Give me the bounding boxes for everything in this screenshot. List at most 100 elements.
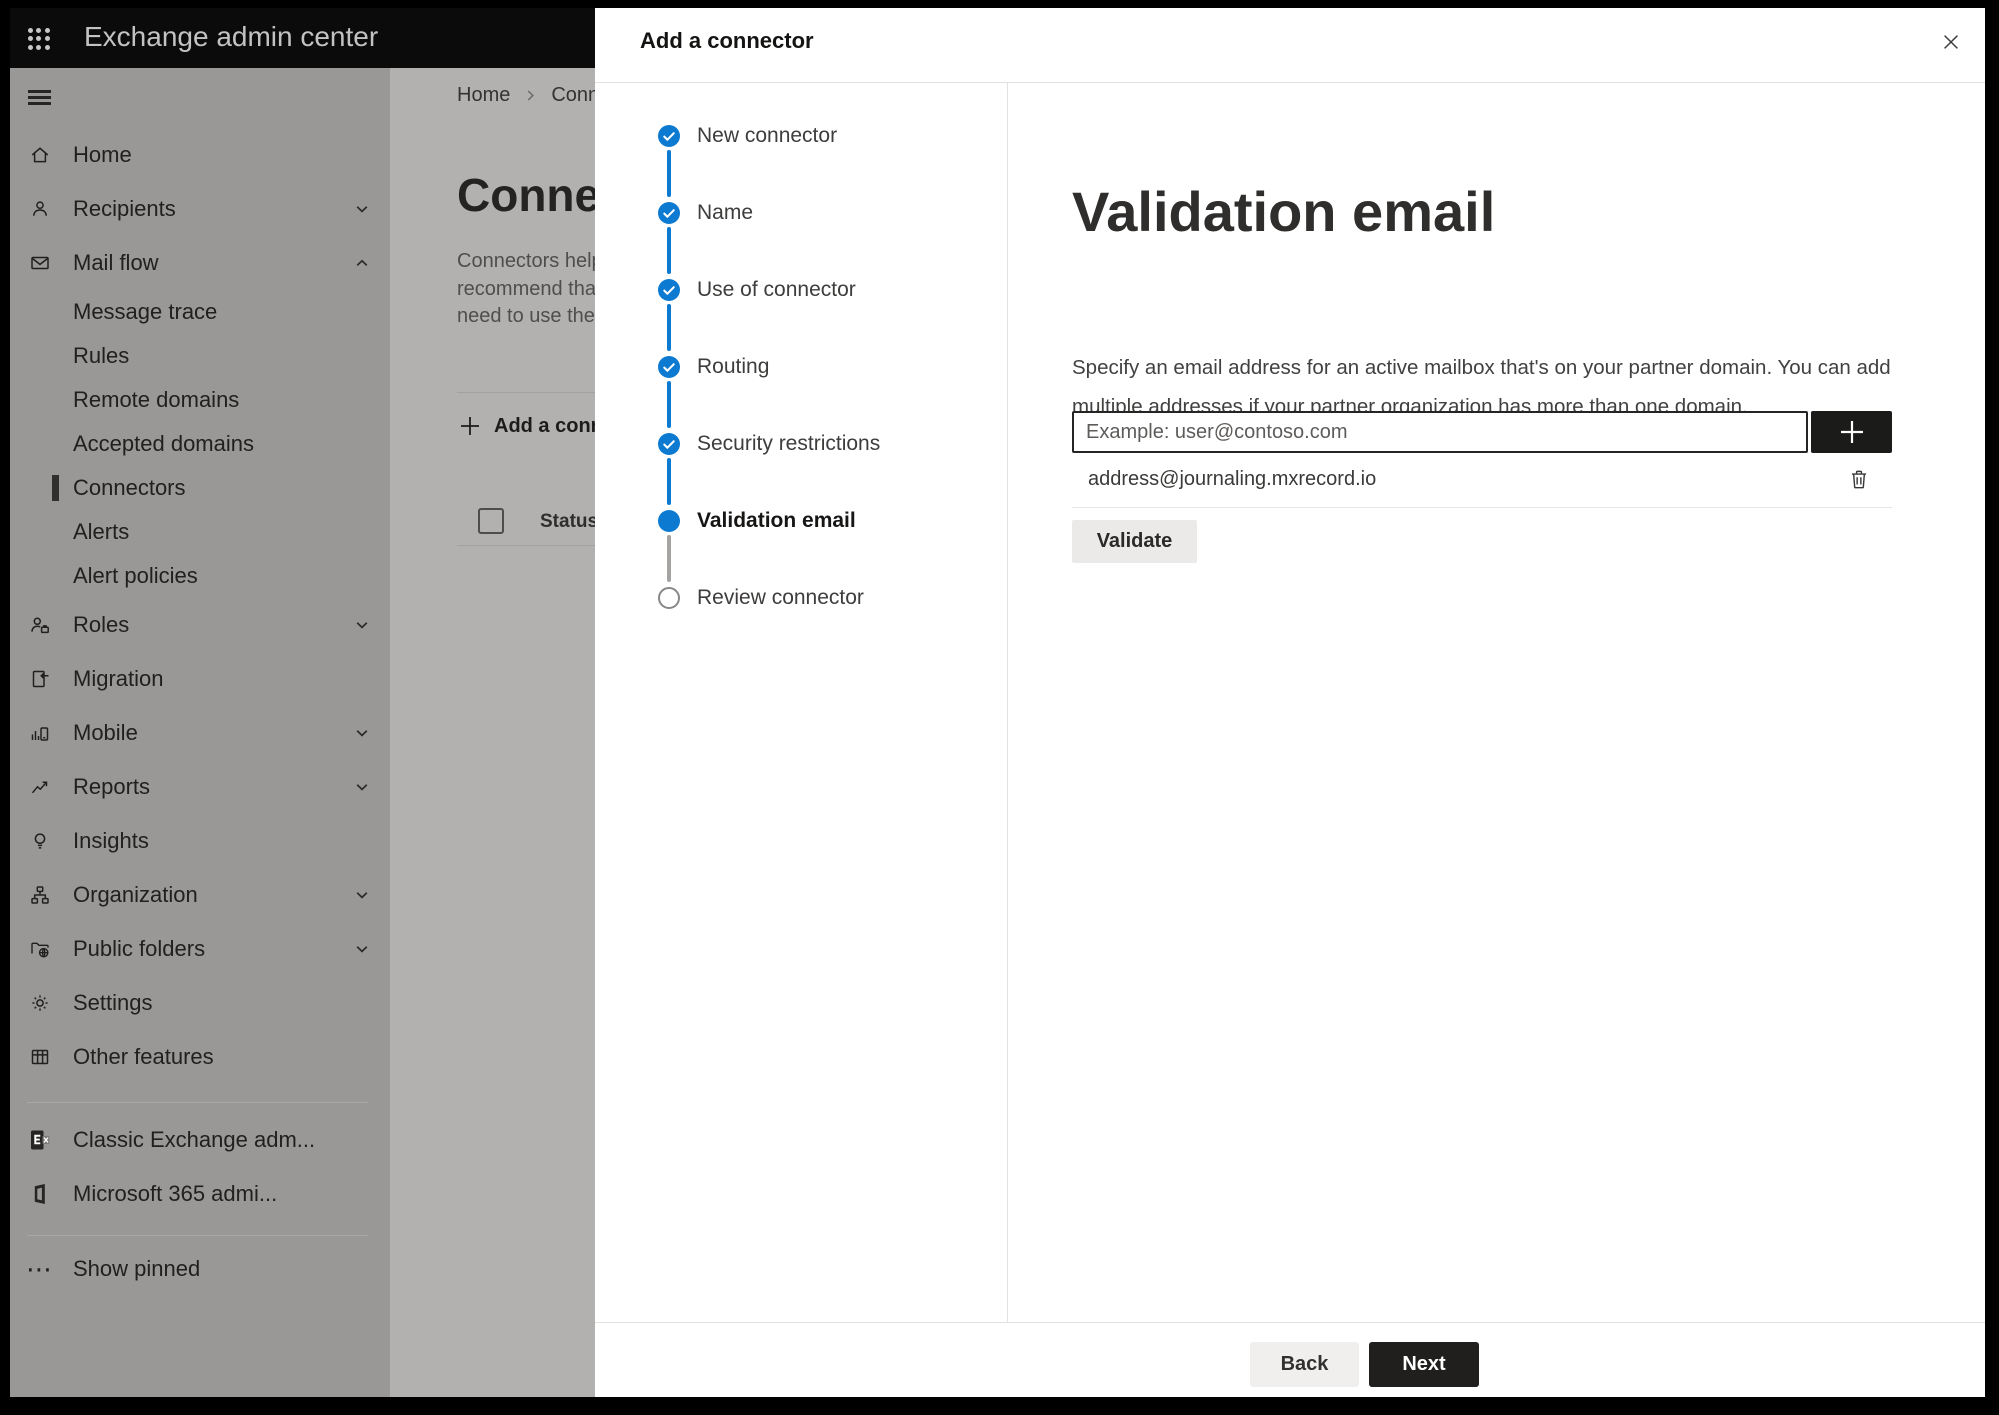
chevron-right-icon bbox=[523, 88, 538, 103]
sidebar-item-label: Settings bbox=[73, 990, 153, 1015]
sidebar-item-label: Rules bbox=[73, 343, 130, 368]
validate-button[interactable]: Validate bbox=[1072, 520, 1197, 563]
step-completed-icon bbox=[658, 124, 680, 147]
sidebar-item-label: Recipients bbox=[73, 196, 176, 221]
sidebar-item-message-trace[interactable]: Message trace bbox=[10, 290, 390, 334]
step-label: New connector bbox=[697, 123, 838, 147]
step-label: Routing bbox=[697, 354, 770, 378]
panel-heading: Validation email bbox=[1072, 180, 1496, 243]
select-all-checkbox[interactable] bbox=[478, 508, 504, 534]
sidebar-item-label: Alert policies bbox=[73, 563, 198, 588]
roles-icon bbox=[28, 613, 52, 637]
classic-exchange-icon bbox=[28, 1128, 52, 1152]
chevron-down-icon bbox=[352, 615, 372, 635]
sidebar-item-label: Home bbox=[73, 142, 132, 167]
validation-email-input[interactable] bbox=[1072, 411, 1808, 453]
sidebar-divider bbox=[27, 1235, 368, 1236]
sidebar-item-label: Mobile bbox=[73, 720, 138, 745]
sidebar-item-alert-policies[interactable]: Alert policies bbox=[10, 554, 390, 598]
app-title: Exchange admin center bbox=[84, 21, 379, 52]
step-label: Review connector bbox=[697, 585, 864, 609]
microsoft-365-icon bbox=[28, 1182, 52, 1206]
org-chart-icon bbox=[28, 883, 52, 907]
step-security-restrictions[interactable]: Security restrictions bbox=[595, 405, 1007, 505]
sidebar-item-reports[interactable]: Reports bbox=[10, 760, 390, 814]
sidebar-item-label: Alerts bbox=[73, 519, 130, 544]
sidebar-item-classic-exchange[interactable]: Classic Exchange adm... bbox=[10, 1113, 390, 1167]
breadcrumb: Home Conne bbox=[457, 84, 610, 107]
sidebar-item-label: Reports bbox=[73, 774, 151, 799]
selected-indicator bbox=[52, 475, 59, 501]
sidebar-item-label: Classic Exchange adm... bbox=[73, 1127, 316, 1152]
sidebar-item-public-folders[interactable]: Public folders bbox=[10, 922, 390, 976]
page-description-line: recommend tha bbox=[457, 277, 596, 300]
sidebar-divider bbox=[27, 1102, 368, 1103]
sidebar-item-microsoft-365-admin[interactable]: Microsoft 365 admi... bbox=[10, 1167, 390, 1221]
chevron-up-icon bbox=[352, 253, 372, 273]
validation-email-panel: Validation email Specify an email addres… bbox=[1008, 83, 1985, 1322]
sidebar-item-organization[interactable]: Organization bbox=[10, 868, 390, 922]
chevron-down-icon bbox=[352, 939, 372, 959]
sidebar-item-settings[interactable]: Settings bbox=[10, 976, 390, 1030]
app-launcher-icon[interactable] bbox=[26, 26, 52, 52]
sidebar-item-label: Accepted domains bbox=[73, 431, 254, 456]
sidebar-item-label: Mail flow bbox=[73, 250, 159, 275]
chevron-down-icon bbox=[352, 885, 372, 905]
step-new-connector[interactable]: New connector bbox=[595, 97, 1007, 197]
app-window: Exchange admin center Home Recipients Ma… bbox=[10, 8, 1985, 1397]
chevron-down-icon bbox=[352, 199, 372, 219]
sidebar-item-label: Connectors bbox=[73, 475, 186, 500]
sidebar-item-home[interactable]: Home bbox=[10, 128, 390, 182]
sidebar-item-label: Organization bbox=[73, 882, 198, 907]
step-completed-icon bbox=[658, 432, 680, 455]
step-validation-email[interactable]: Validation email bbox=[595, 482, 1007, 582]
sidebar-item-rules[interactable]: Rules bbox=[10, 334, 390, 378]
next-button[interactable]: Next bbox=[1369, 1342, 1479, 1387]
sidebar-item-label: Show pinned bbox=[73, 1256, 201, 1281]
sidebar-item-accepted-domains[interactable]: Accepted domains bbox=[10, 422, 390, 466]
sidebar-item-label: Insights bbox=[73, 828, 149, 853]
breadcrumb-home-link[interactable]: Home bbox=[457, 84, 510, 107]
person-icon bbox=[28, 197, 52, 221]
step-review-connector[interactable]: Review connector bbox=[595, 559, 1007, 636]
folder-globe-icon bbox=[28, 937, 52, 961]
sidebar-item-remote-domains[interactable]: Remote domains bbox=[10, 378, 390, 422]
step-use-of-connector[interactable]: Use of connector bbox=[595, 251, 1007, 351]
sidebar-item-show-pinned[interactable]: ⋯ Show pinned bbox=[10, 1242, 390, 1296]
sidebar-item-connectors[interactable]: Connectors bbox=[10, 466, 390, 510]
add-connector-button[interactable]: Add a conn bbox=[457, 410, 603, 442]
sidebar-item-other-features[interactable]: Other features bbox=[10, 1030, 390, 1084]
sidebar-item-insights[interactable]: Insights bbox=[10, 814, 390, 868]
sidebar-item-label: Public folders bbox=[73, 936, 206, 961]
dialog-header: Add a connector bbox=[595, 8, 1985, 83]
sidebar-item-roles[interactable]: Roles bbox=[10, 598, 390, 652]
close-icon[interactable] bbox=[1931, 22, 1971, 62]
sidebar-item-alerts[interactable]: Alerts bbox=[10, 510, 390, 554]
chevron-down-icon bbox=[352, 723, 372, 743]
envelope-icon bbox=[28, 251, 52, 275]
status-column-header: Status bbox=[540, 511, 599, 532]
step-label: Security restrictions bbox=[697, 431, 881, 455]
plus-icon bbox=[457, 413, 483, 439]
sidebar-item-mail-flow[interactable]: Mail flow bbox=[10, 236, 390, 290]
step-completed-icon bbox=[658, 278, 680, 301]
add-email-button[interactable] bbox=[1811, 411, 1892, 453]
step-routing[interactable]: Routing bbox=[595, 328, 1007, 428]
sidebar-item-label: Other features bbox=[73, 1044, 214, 1069]
sidebar-item-mobile[interactable]: Mobile bbox=[10, 706, 390, 760]
back-button[interactable]: Back bbox=[1250, 1342, 1359, 1387]
sidebar-item-label: Roles bbox=[73, 612, 130, 637]
step-current-icon bbox=[658, 509, 680, 532]
trash-icon[interactable] bbox=[1842, 462, 1876, 496]
home-icon bbox=[28, 143, 52, 167]
dialog-footer: Back Next bbox=[595, 1322, 1985, 1397]
step-label: Validation email bbox=[697, 508, 856, 532]
nav-collapse-icon[interactable] bbox=[28, 90, 51, 105]
sidebar-item-migration[interactable]: Migration bbox=[10, 652, 390, 706]
page-description-line: need to use ther bbox=[457, 305, 602, 327]
lightbulb-icon bbox=[28, 829, 52, 853]
dialog-title: Add a connector bbox=[640, 28, 814, 53]
step-name[interactable]: Name bbox=[595, 174, 1007, 274]
sidebar-item-recipients[interactable]: Recipients bbox=[10, 182, 390, 236]
email-input-row bbox=[1072, 411, 1892, 453]
